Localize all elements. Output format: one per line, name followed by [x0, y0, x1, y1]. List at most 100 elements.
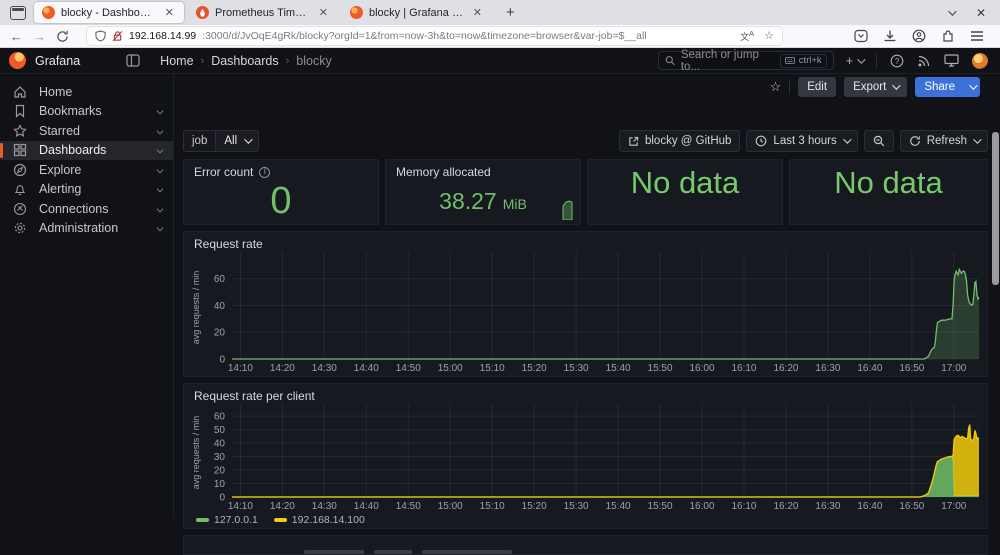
panel-request-rate[interactable]: Request rate 020406014:1014:2014:3014:40… — [183, 231, 988, 377]
clock-icon — [755, 135, 767, 147]
chevron-down-icon[interactable] — [157, 166, 164, 173]
chevron-down-icon[interactable] — [973, 135, 981, 143]
no-data-text: No data — [588, 160, 782, 224]
clipped-panel — [183, 535, 988, 555]
zoom-out-icon — [873, 135, 885, 147]
browser-tab-grafana-labs[interactable]: blocky | Grafana Labs ✕ — [342, 2, 492, 23]
url-bar[interactable]: 192.168.14.99:3000/d/JvOqE4gRk/blocky?or… — [87, 27, 782, 45]
github-link-button[interactable]: blocky @ GitHub — [619, 130, 740, 152]
info-icon[interactable]: i — [259, 167, 270, 178]
svg-text:?: ? — [895, 57, 900, 66]
time-range-picker[interactable]: Last 3 hours — [746, 130, 857, 152]
grafana-logo[interactable] — [9, 52, 26, 69]
back-icon[interactable]: ← — [10, 30, 23, 43]
svg-text:15:40: 15:40 — [606, 501, 631, 512]
svg-text:15:10: 15:10 — [480, 501, 505, 512]
svg-text:16:00: 16:00 — [690, 363, 715, 374]
window-close-icon[interactable]: ✕ — [976, 6, 986, 20]
chevron-down-icon[interactable] — [157, 127, 164, 134]
sidebar-item-bookmarks[interactable]: Bookmarks — [0, 102, 173, 122]
chevron-down-icon[interactable] — [157, 108, 164, 115]
translate-icon[interactable]: 文A — [740, 29, 754, 43]
svg-text:40: 40 — [214, 301, 226, 312]
sidebar-item-dashboards[interactable]: Dashboards — [0, 141, 173, 161]
sidebar-item-administration[interactable]: Administration — [0, 219, 173, 239]
search-input[interactable]: Search or jump to... ctrl+k — [658, 51, 834, 70]
shield-icon[interactable] — [95, 30, 106, 42]
panel-error-count[interactable]: Error count i 0 — [183, 159, 379, 225]
breadcrumb-home[interactable]: Home — [160, 54, 193, 68]
chevron-down-icon[interactable] — [157, 225, 164, 232]
svg-text:16:40: 16:40 — [857, 363, 882, 374]
breadcrumb-dashboards[interactable]: Dashboards — [211, 54, 278, 68]
variable-label: job — [184, 131, 216, 151]
extensions-icon[interactable] — [941, 29, 955, 43]
variable-value-dropdown[interactable]: All — [216, 131, 258, 151]
breadcrumb: Home › Dashboards › blocky — [160, 54, 332, 68]
mega-menu-toggle-icon[interactable] — [126, 54, 140, 67]
svg-text:14:50: 14:50 — [396, 501, 421, 512]
pocket-icon[interactable] — [854, 29, 868, 43]
panel-request-rate-per-client[interactable]: Request rate per client 010203040506014:… — [183, 383, 988, 529]
sidebar-item-connections[interactable]: Connections — [0, 199, 173, 219]
share-dropdown-button[interactable] — [964, 77, 980, 97]
request-rate-chart[interactable]: 020406014:1014:2014:3014:4014:5015:0015:… — [190, 252, 983, 374]
tab-close-icon[interactable]: ✕ — [317, 6, 330, 19]
dashboard-content: ☆ Edit Export Share job All — [174, 75, 1000, 517]
new-tab-button[interactable]: + — [496, 4, 525, 21]
chevron-down-icon[interactable] — [157, 205, 164, 212]
sidebar-item-explore[interactable]: Explore — [0, 160, 173, 180]
tab-list-chevron-icon[interactable] — [948, 7, 956, 15]
request-rate-per-client-chart[interactable]: 010203040506014:1014:2014:3014:4014:5015… — [190, 404, 983, 512]
svg-text:15:20: 15:20 — [522, 363, 547, 374]
clipped-panel-title — [374, 550, 412, 554]
sidebar-item-label: Explore — [39, 163, 81, 177]
zoom-out-button[interactable] — [864, 130, 894, 152]
downloads-icon[interactable] — [883, 29, 897, 43]
panel-no-data-1[interactable]: No data — [587, 159, 783, 225]
insecure-lock-icon[interactable] — [112, 30, 123, 42]
menu-icon[interactable] — [970, 30, 984, 42]
legend-item[interactable]: 127.0.0.1 — [196, 514, 258, 526]
user-avatar[interactable] — [972, 53, 988, 69]
scrollbar-thumb[interactable] — [992, 132, 999, 285]
reload-icon[interactable] — [56, 30, 69, 43]
help-icon[interactable]: ? — [890, 54, 904, 68]
export-button[interactable]: Export — [844, 77, 907, 97]
chevron-down-icon[interactable] — [157, 186, 164, 193]
sidebar-item-label: Alerting — [39, 182, 81, 196]
browser-tab-active[interactable]: blocky - Dashboards - Gra ✕ — [34, 2, 184, 23]
legend-item[interactable]: 192.168.14.100 — [274, 514, 365, 526]
account-icon[interactable] — [912, 29, 926, 43]
refresh-button[interactable]: Refresh — [900, 130, 988, 152]
sidebar-item-starred[interactable]: Starred — [0, 121, 173, 141]
bookmark-star-icon[interactable]: ☆ — [764, 29, 774, 43]
edit-button[interactable]: Edit — [798, 77, 836, 97]
svg-text:16:20: 16:20 — [773, 501, 798, 512]
chevron-down-icon[interactable] — [157, 147, 164, 154]
sidebar-item-home[interactable]: Home — [0, 82, 173, 102]
news-icon[interactable] — [917, 54, 931, 68]
grafana-header: Grafana Home › Dashboards › blocky Searc… — [0, 48, 1000, 74]
browser-tab-prometheus[interactable]: Prometheus Time Series ✕ — [188, 2, 338, 23]
job-variable-picker[interactable]: job All — [183, 130, 259, 152]
search-shortcut: ctrl+k — [780, 54, 827, 68]
svg-text:16:20: 16:20 — [773, 363, 798, 374]
sidebar-item-label: Bookmarks — [39, 104, 102, 118]
favorite-star-icon[interactable]: ☆ — [770, 79, 782, 95]
panel-no-data-2[interactable]: No data — [789, 159, 988, 225]
firefox-view-icon[interactable] — [10, 6, 26, 20]
sidebar-nav: Home Bookmarks Starred Dashboards — [0, 75, 174, 517]
panel-title: Memory allocated — [396, 165, 491, 179]
forward-icon[interactable]: → — [33, 30, 46, 43]
svg-text:14:40: 14:40 — [354, 363, 379, 374]
sidebar-item-alerting[interactable]: Alerting — [0, 180, 173, 200]
display-icon[interactable] — [944, 54, 959, 67]
panel-memory-allocated[interactable]: Memory allocated 38.27 MiB — [385, 159, 581, 225]
tab-close-icon[interactable]: ✕ — [163, 6, 176, 19]
dashboard-toolbar: ☆ Edit Export Share — [770, 76, 980, 98]
tab-close-icon[interactable]: ✕ — [471, 6, 484, 19]
add-button[interactable]: + — [846, 54, 863, 68]
search-icon — [665, 55, 675, 66]
share-button[interactable]: Share — [915, 77, 964, 97]
